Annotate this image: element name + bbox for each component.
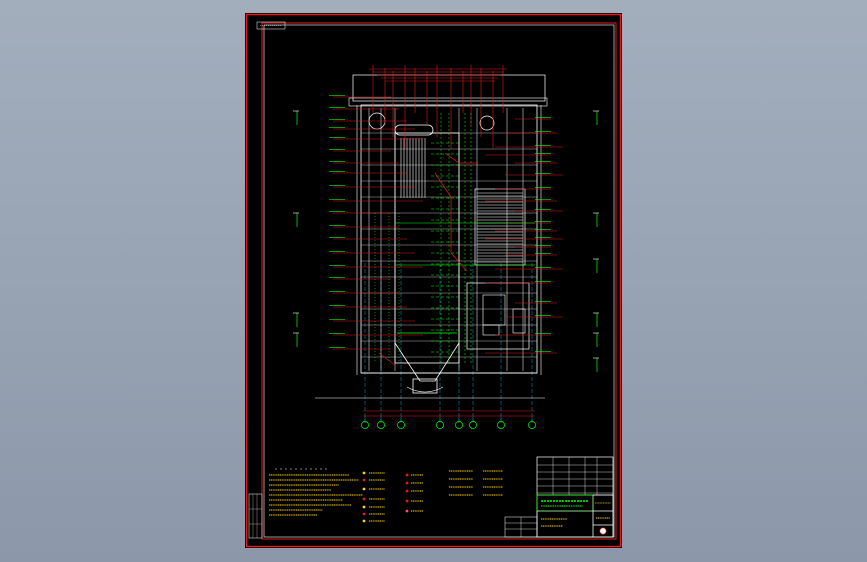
drawing-sheet[interactable] xyxy=(245,13,622,548)
company-logo xyxy=(599,527,607,535)
legend-symbol xyxy=(362,505,366,509)
inner-border xyxy=(261,22,617,540)
binding-margin-stamp xyxy=(248,493,263,539)
title-block xyxy=(504,456,614,538)
axis-bubbles xyxy=(361,417,536,429)
preheater-module xyxy=(482,294,506,326)
legend-symbol xyxy=(405,473,409,477)
legend-symbol xyxy=(405,481,409,485)
outer-border xyxy=(245,13,622,548)
steam-drum xyxy=(394,124,434,136)
boiler-frame-outline xyxy=(348,74,548,394)
furnace-wall xyxy=(394,132,460,364)
general-notes xyxy=(269,468,363,516)
legend-symbol xyxy=(405,499,409,503)
legend-symbol xyxy=(362,519,366,523)
legend-symbol xyxy=(362,471,366,475)
company-name-box xyxy=(536,494,594,512)
grid-axis-lines xyxy=(315,263,545,423)
cad-viewport[interactable] xyxy=(0,0,867,562)
boiler-arrangement-drawing xyxy=(245,13,622,548)
drawing-frame xyxy=(263,24,615,538)
legend-symbol xyxy=(362,497,366,501)
convection-pass xyxy=(474,188,526,266)
legend-symbol xyxy=(362,512,366,516)
ash-chute xyxy=(406,386,444,393)
symbol-legend xyxy=(362,470,503,523)
ash-hopper xyxy=(394,342,460,382)
connecting-pipe xyxy=(378,352,396,366)
legend-symbol xyxy=(362,478,366,482)
duct xyxy=(482,324,500,336)
legend-symbol xyxy=(405,509,409,513)
drawing-title-box xyxy=(536,510,594,538)
legend-symbol xyxy=(405,489,409,493)
pipework-lines xyxy=(329,65,563,366)
separator-vessel xyxy=(479,115,495,131)
downcomer-pipe xyxy=(434,172,468,272)
connecting-pipe xyxy=(444,152,477,164)
legend-symbol xyxy=(362,487,366,491)
